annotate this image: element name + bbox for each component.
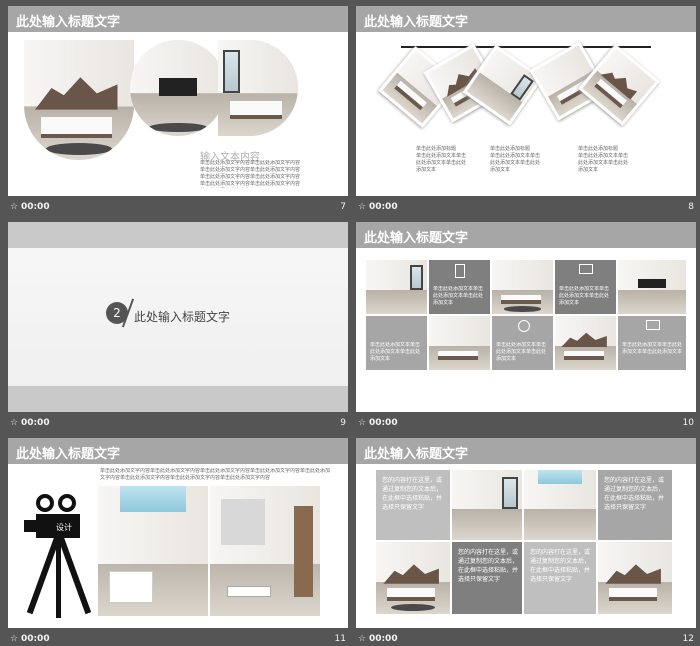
text-tile: 单击此处添加文本单击此处添加文本单击此处添加文本 (429, 260, 490, 314)
room-photo (130, 40, 226, 136)
slide-title: 此处输入标题文字 (16, 15, 121, 30)
slide-title: 此处输入标题文字 (364, 231, 469, 246)
room-photo (492, 260, 553, 314)
caption-body: 单击此处添加文本单击此处添加文本单击此处添加文本 (578, 153, 629, 173)
caption-head: 单击此处添加标题 (578, 146, 619, 152)
slide-footer: ☆ 00:00 8 (356, 196, 696, 218)
text-tile: 单击此处添加文本单击此处添加文本单击此处添加文本 (618, 316, 686, 370)
room-photo (98, 486, 208, 616)
slide-footer: ☆ 00:00 10 (356, 412, 696, 434)
screen-icon (646, 320, 660, 330)
slide-number: 7 (340, 202, 346, 212)
slide-canvas: 此处输入标题文字 您的内容打在这里，或通过复制您的文本后，在此框中选择粘贴，并选… (356, 438, 696, 628)
slide-footer: ☆ 00:00 12 (356, 628, 696, 646)
room-photo (598, 542, 672, 614)
slide-thumbnail-9[interactable]: 2 此处输入标题文字 ☆ 00:00 9 (8, 222, 348, 428)
slide-canvas: 2 此处输入标题文字 (8, 222, 348, 412)
slide-thumbnail-10[interactable]: 此处输入标题文字 单击此处添加文本单击此处添加文本单击此处添加文本 单击此处添加… (356, 222, 696, 428)
tile-text: 单击此处添加文本单击此处添加文本单击此处添加文本 (433, 286, 484, 306)
slide-title: 此处输入标题文字 (364, 15, 469, 30)
tile-text: 您的内容打在这里，或通过复制您的文本后，在此框中选择粘贴，并选择只保留文字 (604, 477, 665, 511)
slide-thumbnail-7[interactable]: 此处输入标题文字 输入文本内容 单击此处添加文字内容单击此处添加文字内容单击此处… (8, 6, 348, 212)
slide-canvas: 此处输入标题文字 输入文本内容 单击此处添加文字内容单击此处添加文字内容单击此处… (8, 6, 348, 196)
caption-body: 单击此处添加文本单击此处添加文本单击此处添加文本 (490, 153, 541, 173)
text-tile: 单击此处添加文本单击此处添加文本单击此处添加文本 (555, 260, 616, 314)
slide-header: 此处输入标题文字 (356, 438, 696, 464)
slide-bottom-band (8, 386, 348, 412)
room-photo (376, 542, 450, 614)
room-photo (618, 260, 686, 314)
slide-thumbnail-12[interactable]: 此处输入标题文字 您的内容打在这里，或通过复制您的文本后，在此框中选择粘贴，并选… (356, 438, 696, 644)
slide-timing: ☆ 00:00 (358, 202, 398, 212)
slide-header (8, 222, 348, 248)
tile-text: 单击此处添加文本单击此处添加文本单击此处添加文本 (622, 342, 682, 355)
slide-timing: ☆ 00:00 (10, 202, 50, 212)
slide-timing: ☆ 00:00 (358, 634, 398, 644)
tile-text: 单击此处添加文本单击此处添加文本单击此处添加文本 (559, 286, 610, 306)
slide-canvas: 此处输入标题文字 单击此处添加文字内容单击此处添加文字内容单击此处添加文字内容单… (8, 438, 348, 628)
hanging-photo (578, 44, 660, 126)
content-body: 单击此处添加文字内容单击此处添加文字内容单击此处添加文字内容单击此处添加文字内容… (100, 468, 330, 481)
text-tile: 您的内容打在这里，或通过复制您的文本后，在此框中选择粘贴，并选择只保留文字 (376, 470, 450, 540)
movie-camera-icon (22, 494, 102, 622)
room-photo (218, 40, 298, 136)
slide-footer: ☆ 00:00 7 (8, 196, 348, 218)
room-photo (24, 40, 134, 160)
caption-block: 单击此处添加标题 单击此处添加文本单击此处添加文本单击此处添加文本 (578, 146, 630, 174)
tile-text: 单击此处添加文本单击此处添加文本单击此处添加文本 (370, 342, 421, 362)
slide-thumbnail-11[interactable]: 此处输入标题文字 单击此处添加文字内容单击此处添加文字内容单击此处添加文字内容单… (8, 438, 348, 644)
slide-title: 此处输入标题文字 (16, 447, 121, 462)
tile-text: 您的内容打在这里，或通过复制您的文本后，在此框中选择粘贴，并选择只保留文字 (382, 477, 443, 511)
slide-number: 11 (334, 634, 346, 644)
caption-block: 单击此处添加标题 单击此处添加文本单击此处添加文本单击此处添加文本 (490, 146, 542, 174)
text-tile: 单击此处添加文本单击此处添加文本单击此处添加文本 (492, 316, 553, 370)
slide-timing: ☆ 00:00 (358, 418, 398, 428)
slide-header: 此处输入标题文字 (8, 6, 348, 32)
room-photo (452, 470, 522, 540)
room-photo (429, 316, 490, 370)
caption-head: 单击此处添加标题 (416, 146, 457, 152)
phone-icon (455, 264, 465, 278)
text-tile: 您的内容打在这里，或通过复制您的文本后，在此框中选择粘贴，并选择只保留文字 (452, 542, 522, 614)
room-photo (555, 316, 616, 370)
gear-icon (518, 320, 530, 332)
slide-thumbnail-8[interactable]: 此处输入标题文字 单击此处添加标题 单击此处添加文本单击此处添加文本单击此处添加… (356, 6, 696, 212)
slide-footer: ☆ 00:00 11 (8, 628, 348, 646)
content-body: 单击此处添加文字内容单击此处添加文字内容单击此处添加文字内容单击此处添加文字内容… (200, 160, 300, 187)
text-tile: 您的内容打在这里，或通过复制您的文本后，在此框中选择粘贴，并选择只保留文字 (524, 542, 596, 614)
caption-body: 单击此处添加文本单击此处添加文本单击此处添加文本 (416, 153, 467, 173)
slide-canvas: 此处输入标题文字 单击此处添加文本单击此处添加文本单击此处添加文本 单击此处添加… (356, 222, 696, 412)
tile-text: 单击此处添加文本单击此处添加文本单击此处添加文本 (496, 342, 547, 362)
text-tile: 单击此处添加文本单击此处添加文本单击此处添加文本 (366, 316, 427, 370)
slide-timing: ☆ 00:00 (10, 634, 50, 644)
slide-header: 此处输入标题文字 (356, 222, 696, 248)
room-photo (366, 260, 427, 314)
text-tile: 您的内容打在这里，或通过复制您的文本后，在此框中选择粘贴，并选择只保留文字 (598, 470, 672, 540)
tile-text: 您的内容打在这里，或通过复制您的文本后，在此框中选择粘贴，并选择只保留文字 (530, 549, 591, 583)
slide-timing: ☆ 00:00 (10, 418, 50, 428)
room-photo (210, 486, 320, 616)
slide-title: 此处输入标题文字 (364, 447, 469, 462)
slide-canvas: 此处输入标题文字 单击此处添加标题 单击此处添加文本单击此处添加文本单击此处添加… (356, 6, 696, 196)
slide-number: 10 (682, 418, 694, 428)
slide-number: 8 (688, 202, 694, 212)
caption-head: 单击此处添加标题 (490, 146, 531, 152)
caption-block: 单击此处添加标题 单击此处添加文本单击此处添加文本单击此处添加文本 (416, 146, 468, 174)
room-photo (524, 470, 596, 540)
slide-number: 9 (340, 418, 346, 428)
slide-header: 此处输入标题文字 (8, 438, 348, 464)
slide-header: 此处输入标题文字 (356, 6, 696, 32)
icon-caption: 设计 (56, 523, 72, 532)
tile-text: 您的内容打在这里，或通过复制您的文本后，在此框中选择粘贴，并选择只保留文字 (458, 549, 518, 583)
monitor-icon (579, 264, 593, 274)
slide-number: 12 (682, 634, 694, 644)
section-title: 此处输入标题文字 (134, 310, 231, 324)
slide-footer: ☆ 00:00 9 (8, 412, 348, 434)
